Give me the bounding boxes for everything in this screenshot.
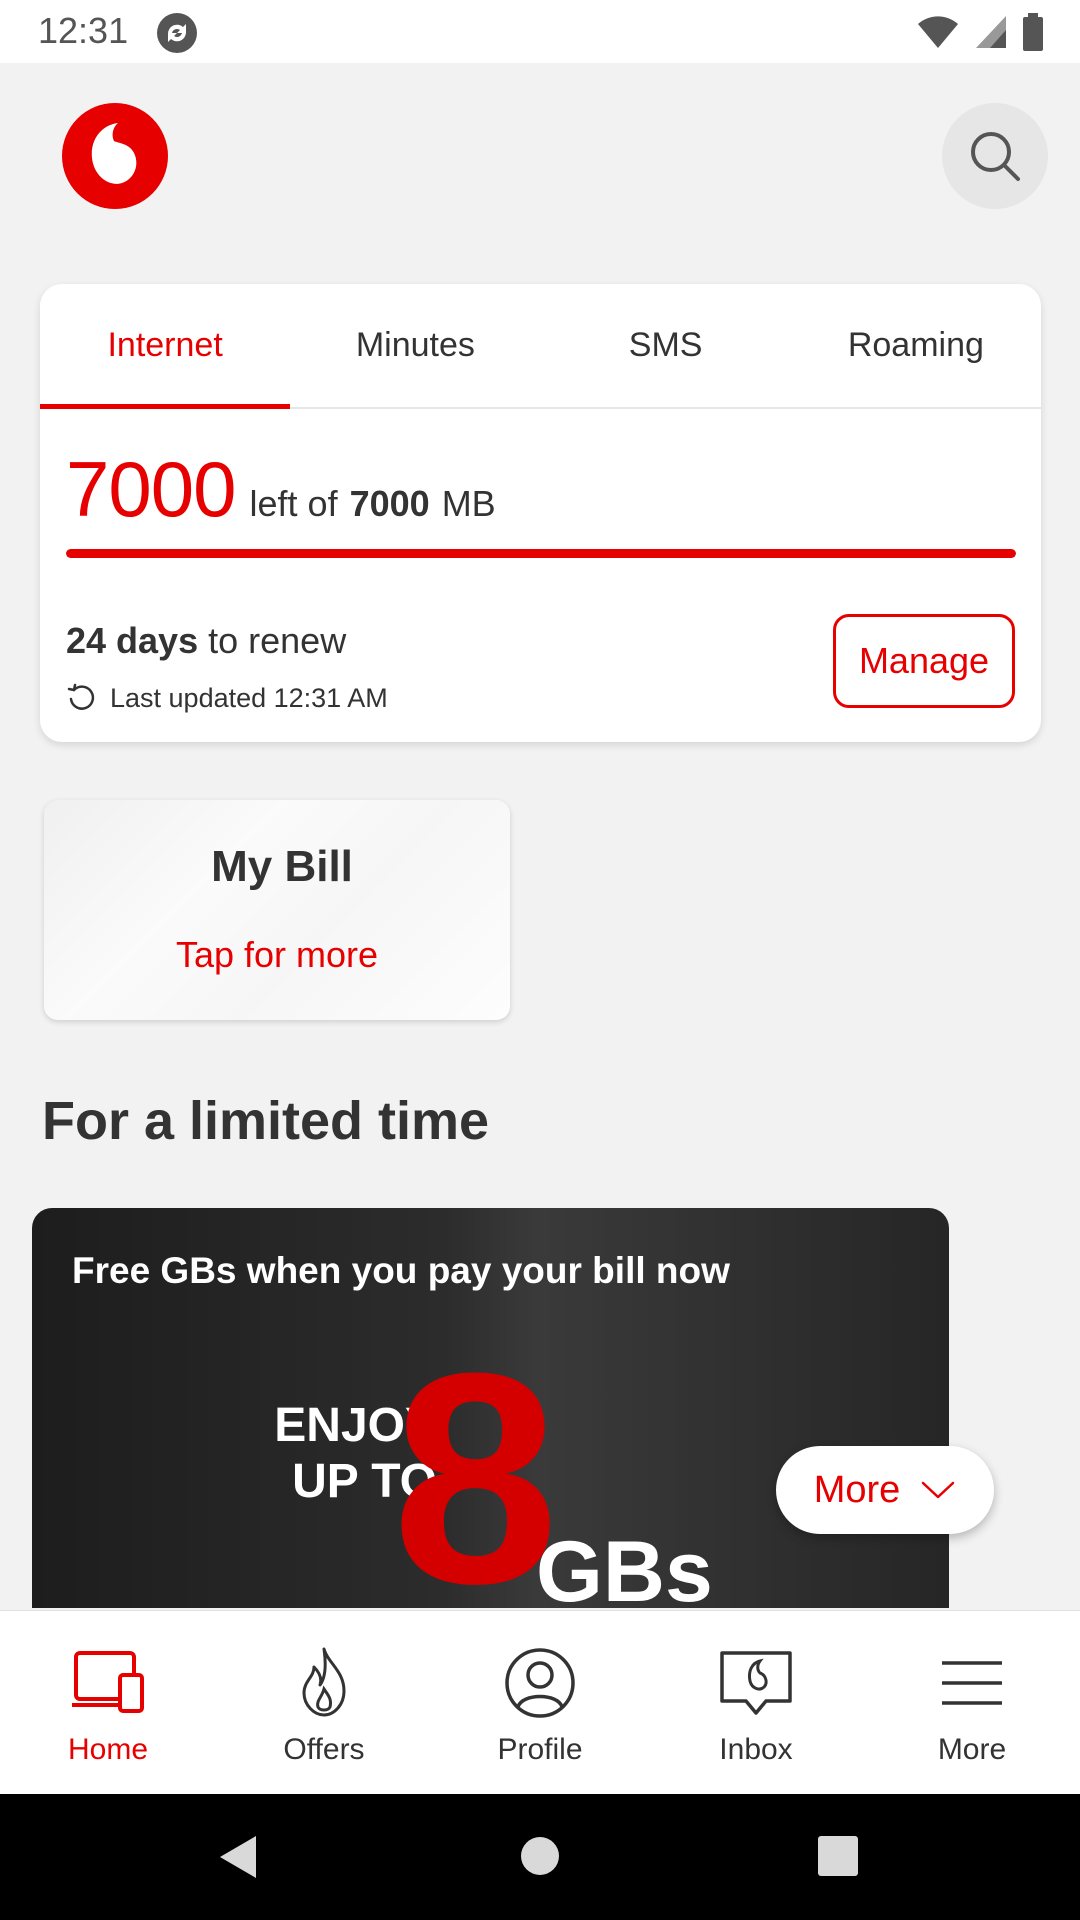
promo-title: Free GBs when you pay your bill now [72, 1250, 730, 1291]
nav-inbox[interactable]: Inbox [648, 1611, 864, 1794]
chevron-down-icon [922, 1481, 955, 1499]
promo-big-number: 8 [392, 1310, 559, 1608]
usage-unit: MB [441, 483, 496, 524]
last-updated: Last updated 12:31 AM [66, 682, 388, 714]
usage-summary: 7000 left of 7000 MB [66, 444, 496, 535]
usage-progress-fill [66, 549, 1016, 558]
nav-profile[interactable]: Profile [432, 1611, 648, 1794]
renew-days: 24 days [66, 620, 199, 661]
bill-card-background [44, 800, 510, 1020]
flame-icon [302, 1647, 346, 1717]
refresh-icon [67, 683, 95, 710]
inbox-icon [720, 1651, 792, 1715]
bill-card-title: My Bill [211, 842, 353, 891]
system-navigation-bar [0, 1794, 1080, 1920]
remaining-amount: 7000 [66, 445, 237, 533]
tab-minutes[interactable]: Minutes [290, 284, 540, 407]
nav-inbox-label: Inbox [719, 1733, 793, 1766]
renew-info: 24 days to renew [66, 620, 346, 662]
back-icon[interactable] [216, 1832, 260, 1882]
status-bar: 12:31 [0, 0, 1080, 63]
renew-label: to renew [208, 620, 347, 661]
status-time: 12:31 [38, 10, 129, 51]
battery-icon [1023, 13, 1043, 51]
nav-home[interactable]: Home [0, 1611, 216, 1794]
left-of-label: left of [249, 483, 338, 524]
usage-tabs: Internet Minutes SMS Roaming [40, 284, 1041, 409]
more-expand-button[interactable]: More [776, 1446, 994, 1534]
sync-icon [157, 13, 197, 53]
tab-sms[interactable]: SMS [541, 284, 791, 407]
wifi-icon [918, 16, 958, 48]
nav-home-label: Home [67, 1733, 149, 1766]
tab-roaming[interactable]: Roaming [791, 284, 1041, 407]
app-header [0, 63, 1080, 283]
nav-profile-label: Profile [497, 1733, 583, 1766]
section-title: For a limited time [42, 1091, 490, 1151]
bill-card-subtitle: Tap for more [175, 934, 379, 975]
recents-icon[interactable] [818, 1836, 858, 1876]
nav-more-label: More [937, 1733, 1007, 1766]
nav-offers[interactable]: Offers [216, 1611, 432, 1794]
tab-internet[interactable]: Internet [40, 284, 291, 409]
nav-offers-label: Offers [283, 1733, 365, 1766]
bottom-navigation: Home Offers Profile Inbox More [0, 1610, 1080, 1794]
more-pill-label: More [813, 1468, 901, 1511]
usage-card: Internet Minutes SMS Roaming 7000 left o… [40, 284, 1041, 742]
promo-card[interactable]: Free GBs when you pay your bill now ENJO… [32, 1208, 949, 1608]
promo-gbs: GBs [536, 1524, 713, 1608]
total-amount: 7000 [349, 483, 430, 524]
devices-icon [72, 1651, 144, 1713]
home-circle-icon[interactable] [520, 1836, 560, 1876]
my-bill-card[interactable]: My Bill Tap for more [44, 800, 510, 1020]
menu-icon [942, 1661, 1002, 1705]
profile-icon [505, 1648, 575, 1718]
search-button[interactable] [942, 103, 1048, 209]
signal-icon [976, 16, 1006, 48]
last-updated-text: Last updated 12:31 AM [110, 682, 388, 713]
usage-progress-bar [66, 549, 1016, 558]
vodafone-logo [62, 103, 168, 209]
nav-more[interactable]: More [864, 1611, 1080, 1794]
manage-button[interactable]: Manage [833, 614, 1015, 708]
search-icon [971, 132, 1020, 181]
